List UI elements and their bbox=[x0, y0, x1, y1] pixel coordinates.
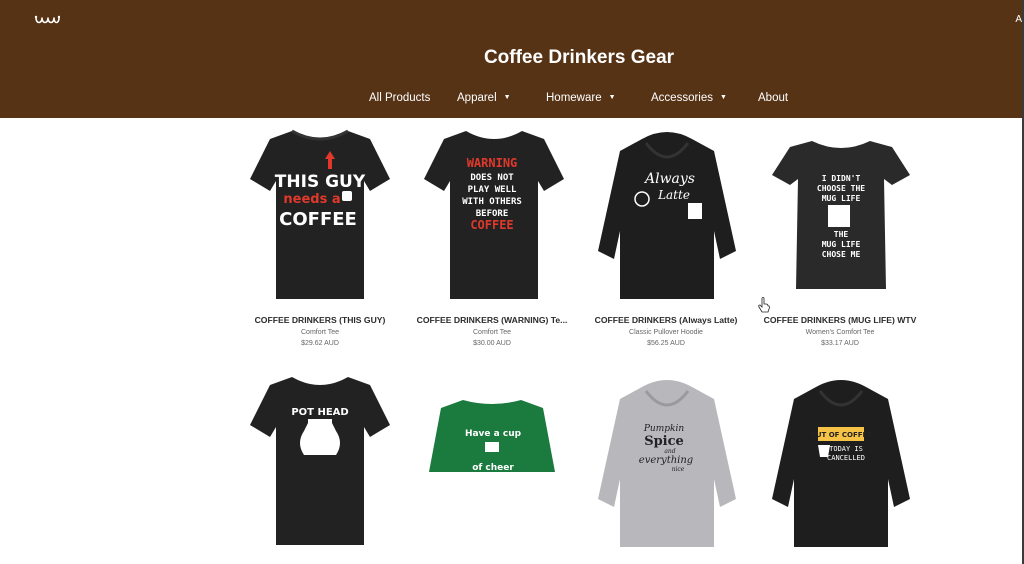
logo-icon[interactable] bbox=[34, 12, 60, 28]
cup-icon bbox=[485, 442, 499, 452]
art-text: WARNING bbox=[467, 156, 518, 170]
art-text: TODAY IS bbox=[829, 445, 863, 453]
art-text: I DIDN'T bbox=[822, 174, 861, 183]
art-text: Pumpkin bbox=[643, 424, 684, 434]
art-text: Have a cup bbox=[465, 429, 522, 439]
art-text: CHOOSE THE bbox=[817, 184, 865, 193]
art-text: needs a bbox=[283, 192, 340, 207]
sweatshirt-image[interactable]: Have a cup of cheer bbox=[429, 398, 555, 472]
tshirt-image[interactable]: THIS GUY needs a COFFEE bbox=[250, 129, 390, 301]
product-name[interactable]: COFFEE DRINKERS (THIS GUY) bbox=[236, 315, 404, 325]
product-card[interactable]: THIS GUY needs a COFFEE COFFEE DRINKERS … bbox=[236, 0, 404, 360]
art-text: nice bbox=[672, 466, 685, 473]
hand-cursor-icon bbox=[758, 297, 770, 313]
art-text: THE bbox=[834, 230, 849, 239]
tshirt-image[interactable]: POT HEAD bbox=[250, 375, 390, 547]
product-name[interactable]: COFFEE DRINKERS (MUG LIFE) WTV bbox=[756, 315, 924, 325]
art-text: MUG LIFE bbox=[822, 240, 861, 249]
art-text: POT HEAD bbox=[291, 407, 348, 418]
art-text: CHOSE ME bbox=[822, 250, 861, 259]
product-price: $29.62 AUD bbox=[301, 340, 339, 347]
product-price: $30.00 AUD bbox=[473, 340, 511, 347]
art-text: Always bbox=[643, 171, 695, 187]
cup-icon bbox=[342, 191, 352, 201]
art-text: COFFEE bbox=[470, 218, 513, 232]
product-type: Women's Comfort Tee bbox=[805, 329, 875, 336]
art-text: OUT OF COFFEE bbox=[810, 431, 872, 439]
hoodie-image[interactable]: Pumpkin Spice and everything nice bbox=[596, 379, 738, 547]
art-text: CANCELLED bbox=[827, 454, 865, 462]
cup-icon bbox=[688, 203, 702, 219]
product-type: Comfort Tee bbox=[473, 329, 511, 336]
product-card[interactable]: WARNING DOES NOT PLAY WELL WITH OTHERS B… bbox=[408, 0, 576, 360]
header-top-right-text[interactable]: A bbox=[1015, 14, 1022, 25]
product-type: Classic Pullover Hoodie bbox=[629, 329, 703, 336]
art-text: PLAY WELL bbox=[468, 185, 517, 195]
tshirt-image[interactable]: WARNING DOES NOT PLAY WELL WITH OTHERS B… bbox=[424, 129, 564, 301]
coffee-pot-icon bbox=[300, 423, 340, 455]
product-name[interactable]: COFFEE DRINKERS (WARNING) Te... bbox=[408, 315, 576, 325]
product-card[interactable]: Always Latte COFFEE DRINKERS (Always Lat… bbox=[582, 0, 750, 360]
tshirt-image[interactable]: I DIDN'T CHOOSE THE MUG LIFE THE MUG LIF… bbox=[772, 139, 910, 291]
product-price: $56.25 AUD bbox=[647, 340, 685, 347]
art-text: Spice bbox=[644, 434, 684, 449]
mug-icon bbox=[828, 205, 850, 227]
art-text: COFFEE bbox=[279, 209, 357, 230]
product-card[interactable]: I DIDN'T CHOOSE THE MUG LIFE THE MUG LIF… bbox=[756, 0, 924, 360]
art-text: THIS GUY bbox=[275, 172, 366, 192]
art-text: of cheer bbox=[472, 463, 514, 472]
art-text: DOES NOT bbox=[470, 173, 514, 183]
hoodie-image[interactable]: Always Latte bbox=[596, 131, 738, 301]
art-text: MUG LIFE bbox=[822, 194, 861, 203]
art-text: Latte bbox=[657, 188, 690, 202]
art-text: WITH OTHERS bbox=[462, 197, 522, 207]
hoodie-image[interactable]: OUT OF COFFEE TODAY IS CANCELLED bbox=[770, 379, 912, 547]
art-text: everything bbox=[639, 455, 693, 466]
product-type: Comfort Tee bbox=[301, 329, 339, 336]
product-price: $33.17 AUD bbox=[821, 340, 859, 347]
product-name[interactable]: COFFEE DRINKERS (Always Latte) bbox=[582, 315, 750, 325]
art-text: and bbox=[664, 448, 675, 455]
cup-icon bbox=[818, 445, 830, 457]
